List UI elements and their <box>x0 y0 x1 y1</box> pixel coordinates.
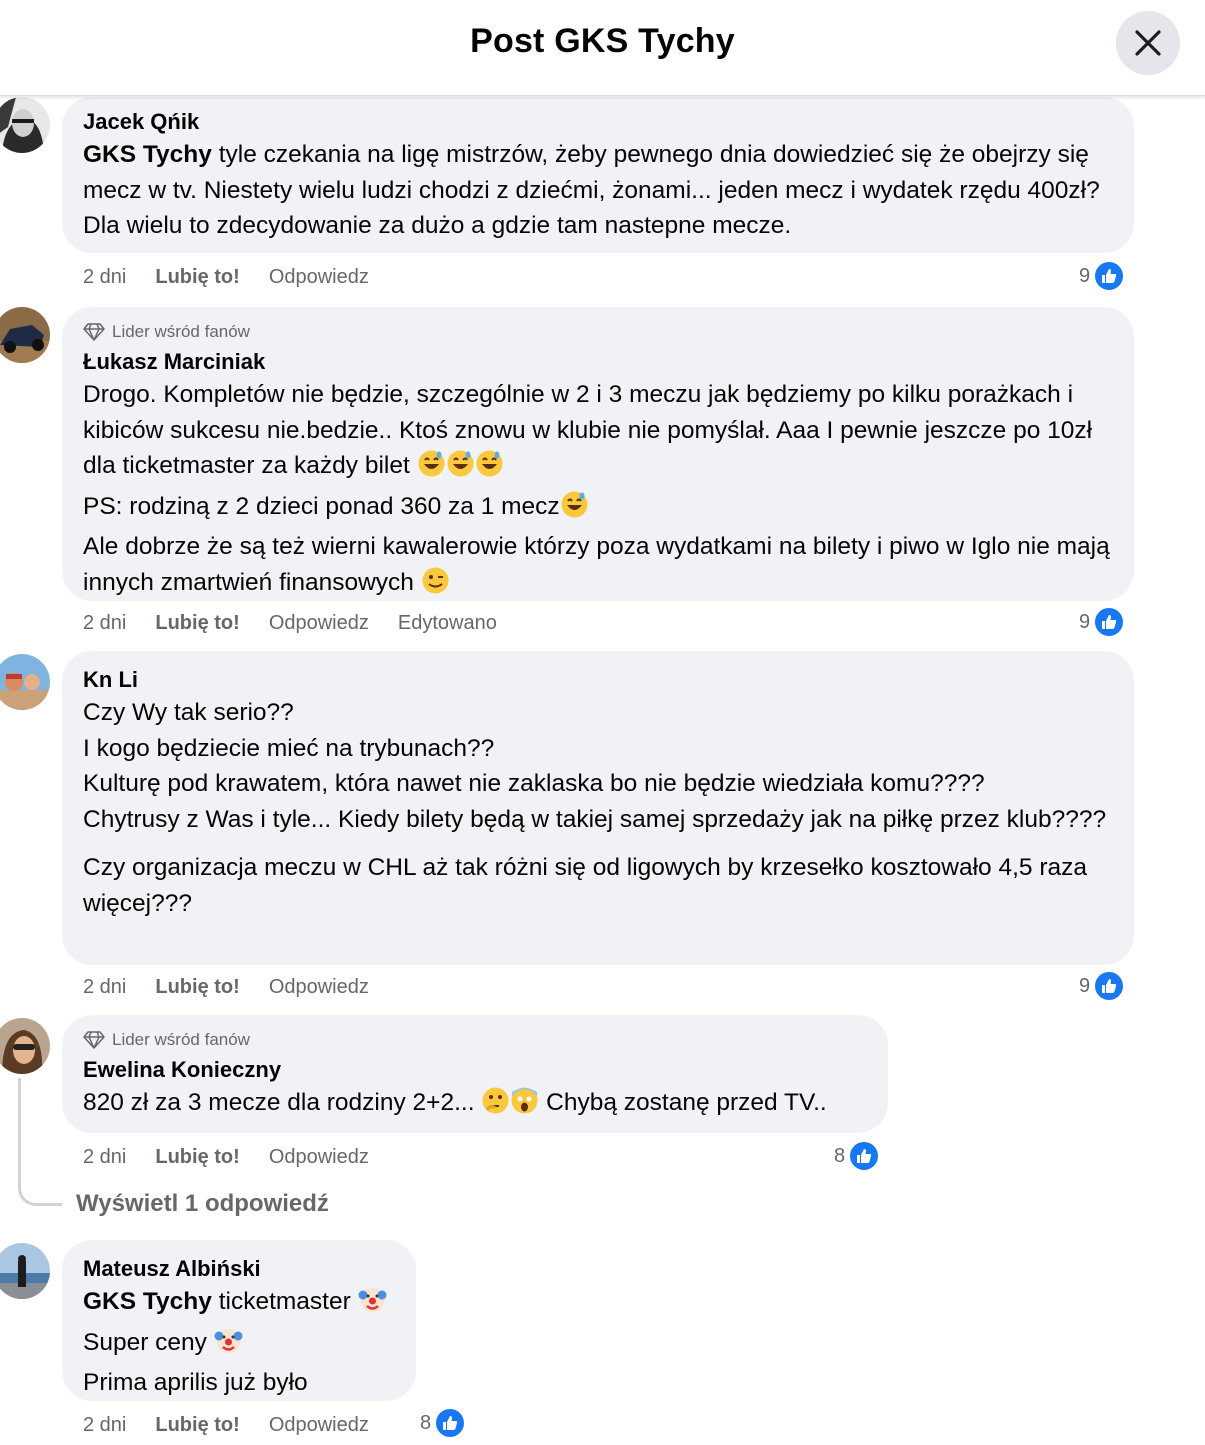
avatar[interactable] <box>0 307 50 363</box>
close-button[interactable] <box>1116 11 1180 75</box>
mention-link[interactable]: GKS Tychy <box>83 1288 212 1315</box>
clown-face-emoji <box>358 1285 387 1325</box>
comment-actions: 2 dni Lubię to! Odpowiedz <box>83 972 398 1002</box>
like-button[interactable]: Lubię to! <box>155 976 239 999</box>
comment-actions: 2 dni Lubię to! Odpowiedz Edytowano <box>83 608 526 638</box>
grinning-sweat-emoji <box>475 449 504 489</box>
reply-button[interactable]: Odpowiedz <box>269 612 369 635</box>
comment-text: Czy Wy tak serio?? I kogo będziecie mieć… <box>83 699 1107 833</box>
comment-author[interactable]: Łukasz Marciniak <box>83 347 1114 377</box>
clown-face-emoji <box>214 1326 243 1366</box>
comment-time[interactable]: 2 dni <box>83 976 126 999</box>
dialog-title: Post GKS Tychy <box>470 22 735 60</box>
reply-button[interactable]: Odpowiedz <box>269 266 369 289</box>
close-icon <box>1135 30 1161 56</box>
avatar[interactable] <box>0 97 50 153</box>
reply-button[interactable]: Odpowiedz <box>269 976 369 999</box>
avatar[interactable] <box>0 1243 50 1299</box>
top-fan-badge: Lider wśród fanów <box>83 317 1114 347</box>
like-button[interactable]: Lubię to! <box>155 1146 239 1169</box>
comment-author[interactable]: Ewelina Konieczny <box>83 1055 868 1085</box>
reaction-count[interactable]: 8 <box>420 1406 467 1440</box>
comment-author[interactable]: Jacek Qńik <box>83 107 1114 137</box>
reaction-count[interactable]: 9 <box>1079 259 1126 293</box>
comment-text: GKS Tychy tyle czekania na ligę mistrzów… <box>83 141 1107 239</box>
edited-label: Edytowano <box>397 611 497 634</box>
grinning-sweat-emoji <box>560 490 589 530</box>
comment-bubble: Jacek Qńik GKS Tychy tyle czekania na li… <box>62 97 1134 253</box>
comment-time[interactable]: 2 dni <box>83 1414 126 1437</box>
reply-button[interactable]: Odpowiedz <box>269 1414 369 1437</box>
reaction-count[interactable]: 8 <box>834 1139 881 1173</box>
grinning-sweat-emoji <box>417 449 446 489</box>
thumbs-up-icon <box>848 1140 881 1172</box>
avatar[interactable] <box>0 1018 50 1074</box>
comment-bubble: Kn Li Czy Wy tak serio?? I kogo będzieci… <box>62 651 1134 965</box>
comment-bubble: Lider wśród fanów Łukasz Marciniak Drogo… <box>62 307 1134 601</box>
comment-text: GKS Tychy ticketmaster Super ceny Prima … <box>83 1284 396 1401</box>
comment-text: Drogo. Kompletów nie będzie, szczególnie… <box>83 377 1114 605</box>
reply-thread-line <box>18 1078 62 1206</box>
like-button[interactable]: Lubię to! <box>155 266 239 289</box>
comment-bubble: Lider wśród fanów Ewelina Konieczny 820 … <box>62 1015 888 1133</box>
comment-actions: 2 dni Lubię to! Odpowiedz <box>83 262 398 292</box>
dialog-header: Post GKS Tychy <box>0 0 1205 96</box>
thumbs-up-icon <box>1093 260 1126 292</box>
comment-text: 820 zł za 3 mecze dla rodziny 2+2... Chy… <box>83 1085 868 1126</box>
comment-time[interactable]: 2 dni <box>83 266 126 289</box>
comment-actions: 2 dni Lubię to! Odpowiedz <box>83 1410 398 1440</box>
diamond-icon <box>83 323 105 341</box>
thumbs-up-icon <box>434 1407 467 1439</box>
comment-bubble: Mateusz Albiński GKS Tychy ticketmaster … <box>62 1240 416 1401</box>
comment-text: Czy organizacja meczu w CHL aż tak różni… <box>83 854 1094 917</box>
reply-button[interactable]: Odpowiedz <box>269 1146 369 1169</box>
comment-time[interactable]: 2 dni <box>83 612 126 635</box>
winking-face-emoji <box>421 566 450 606</box>
mention-link[interactable]: GKS Tychy <box>83 141 212 168</box>
reaction-count[interactable]: 9 <box>1079 969 1126 1003</box>
thumbs-up-icon <box>1093 606 1126 638</box>
top-fan-badge: Lider wśród fanów <box>83 1025 868 1055</box>
thumbs-up-icon <box>1093 970 1126 1002</box>
grinning-sweat-emoji <box>446 449 475 489</box>
comment-author[interactable]: Kn Li <box>83 665 1114 695</box>
diamond-icon <box>83 1031 105 1049</box>
like-button[interactable]: Lubię to! <box>155 612 239 635</box>
thinking-face-emoji <box>481 1086 510 1126</box>
avatar[interactable] <box>0 654 50 710</box>
comment-author[interactable]: Mateusz Albiński <box>83 1254 396 1284</box>
view-replies-link[interactable]: Wyświetl 1 odpowiedź <box>76 1190 329 1218</box>
comment-time[interactable]: 2 dni <box>83 1146 126 1169</box>
like-button[interactable]: Lubię to! <box>155 1414 239 1437</box>
comment-actions: 2 dni Lubię to! Odpowiedz <box>83 1142 398 1172</box>
face-screaming-emoji <box>510 1086 539 1126</box>
reaction-count[interactable]: 9 <box>1079 605 1126 639</box>
